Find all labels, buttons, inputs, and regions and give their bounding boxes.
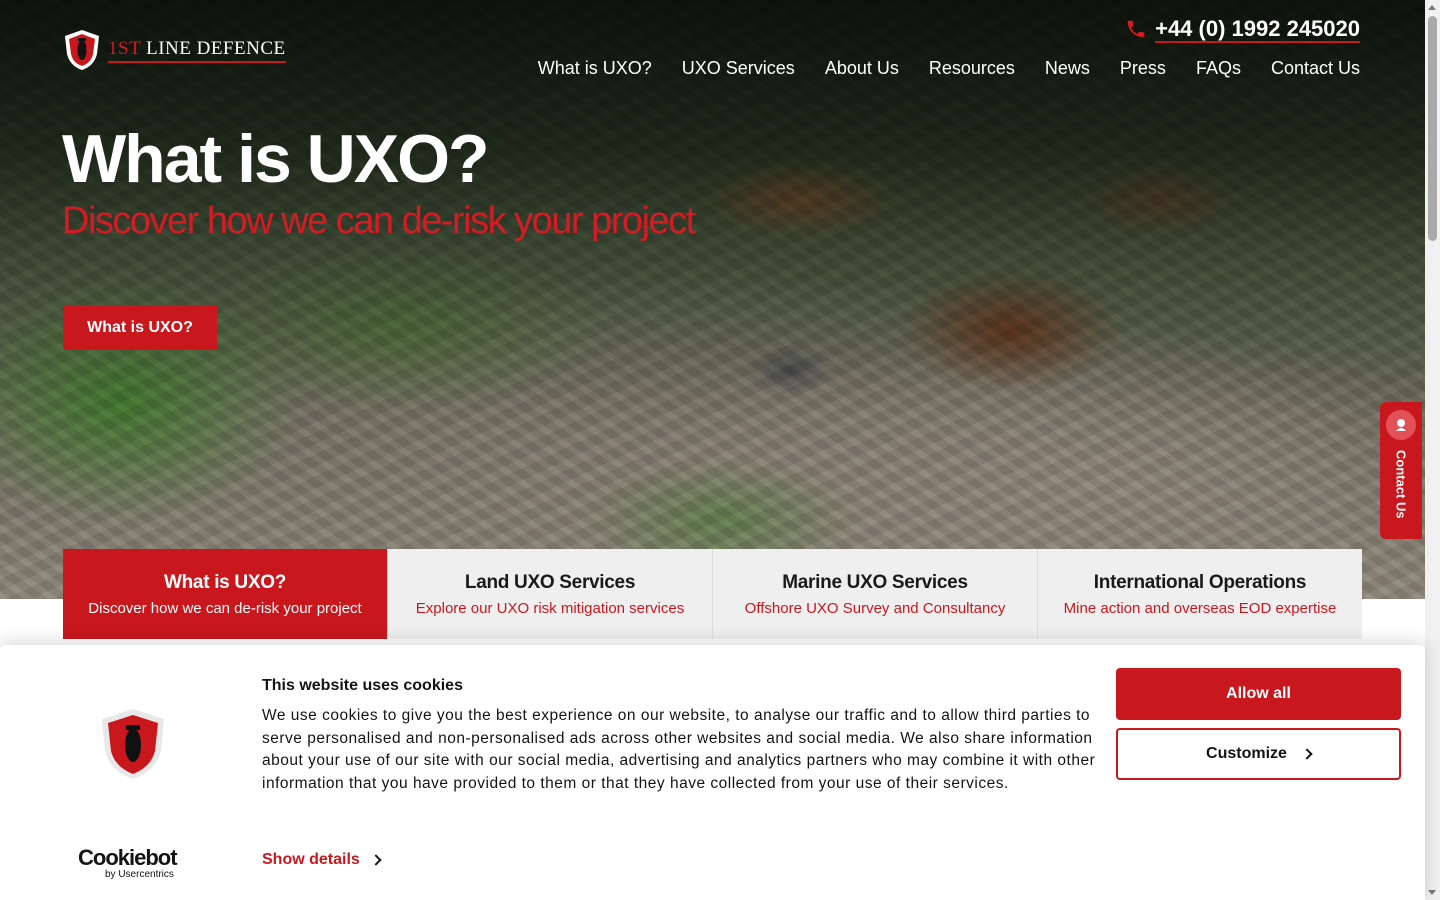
tab-what-is-uxo[interactable]: What is UXO? Discover how we can de-risk… — [63, 549, 388, 639]
tab-subtitle: Mine action and overseas EOD expertise — [1063, 599, 1337, 617]
nav-item-contact-us[interactable]: Contact Us — [1271, 58, 1360, 79]
scroll-thumb[interactable] — [1428, 16, 1437, 241]
cookie-description: We use cookies to give you the best expe… — [262, 707, 1096, 792]
chevron-right-icon — [1301, 748, 1313, 760]
tab-title: What is UXO? — [163, 571, 286, 593]
customize-button[interactable]: Customize — [1116, 728, 1401, 780]
hero-section: 1ST LINE DEFENCE +44 (0) 1992 245020 Wha… — [0, 0, 1425, 599]
phone-icon — [1127, 20, 1145, 38]
show-details-link[interactable]: Show details — [262, 851, 382, 869]
scroll-up-arrow-icon[interactable] — [1428, 5, 1436, 10]
nav-item-news[interactable]: News — [1045, 58, 1090, 79]
site-logo[interactable]: 1ST LINE DEFENCE — [62, 28, 286, 72]
page-subtitle: Discover how we can de-risk your project — [62, 200, 696, 242]
phone-number-link[interactable]: +44 (0) 1992 245020 — [1155, 16, 1360, 42]
cookie-shield-logo-icon — [102, 709, 164, 779]
tab-subtitle: Offshore UXO Survey and Consultancy — [744, 599, 1006, 617]
chevron-right-icon — [370, 854, 382, 866]
cookie-banner: Cookiebot by Usercentrics This website u… — [0, 645, 1425, 900]
contact-chat-icon — [1386, 410, 1416, 440]
page-scrollbar[interactable] — [1425, 0, 1440, 900]
contact-us-side-tab[interactable]: Contact Us — [1380, 402, 1422, 539]
contact-us-side-label: Contact Us — [1393, 450, 1409, 519]
page-title: What is UXO? — [62, 121, 490, 197]
tab-title: International Operations — [1093, 571, 1307, 593]
main-nav: What is UXO? UXO Services About Us Resou… — [538, 58, 1360, 79]
header-phone[interactable]: +44 (0) 1992 245020 — [1125, 16, 1360, 42]
tab-subtitle: Discover how we can de-risk your project — [88, 599, 362, 617]
tab-title: Land UXO Services — [464, 571, 636, 593]
nav-item-uxo-services[interactable]: UXO Services — [682, 58, 795, 79]
tab-international-operations[interactable]: International Operations Mine action and… — [1038, 549, 1362, 639]
nav-item-what-is-uxo[interactable]: What is UXO? — [538, 58, 652, 79]
logo-wordmark: 1ST LINE DEFENCE — [108, 38, 286, 63]
scroll-down-arrow-icon[interactable] — [1428, 890, 1436, 895]
service-tabs: What is UXO? Discover how we can de-risk… — [63, 549, 1362, 639]
tab-marine-uxo-services[interactable]: Marine UXO Services Offshore UXO Survey … — [713, 549, 1038, 639]
tab-title: Marine UXO Services — [782, 571, 968, 593]
cookie-title: This website uses cookies — [262, 677, 463, 694]
nav-item-press[interactable]: Press — [1120, 58, 1166, 79]
nav-item-about-us[interactable]: About Us — [825, 58, 899, 79]
nav-item-resources[interactable]: Resources — [929, 58, 1015, 79]
allow-all-button[interactable]: Allow all — [1116, 668, 1401, 720]
tab-land-uxo-services[interactable]: Land UXO Services Explore our UXO risk m… — [388, 549, 713, 639]
nav-item-faqs[interactable]: FAQs — [1196, 58, 1241, 79]
cookiebot-logo[interactable]: Cookiebot by Usercentrics — [78, 845, 178, 880]
tab-subtitle: Explore our UXO risk mitigation services — [415, 599, 685, 617]
shield-bomb-logo — [65, 30, 99, 70]
hero-cta-button[interactable]: What is UXO? — [63, 305, 217, 350]
